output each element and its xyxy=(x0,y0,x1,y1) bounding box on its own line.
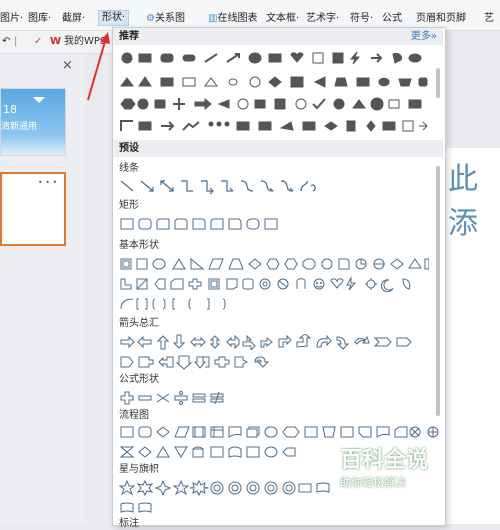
formula-shapes[interactable] xyxy=(119,390,239,406)
scroll-thumb[interactable] xyxy=(436,68,440,98)
header-footer-button[interactable]: 页眉和页脚 xyxy=(416,12,466,26)
triangle-icon xyxy=(33,97,45,103)
star-shapes-2[interactable] xyxy=(119,500,179,516)
section-basic-shapes: 基本形状 xyxy=(119,240,159,251)
close-panel-icon[interactable]: × xyxy=(62,58,73,73)
section-lines: 线条 xyxy=(119,163,139,174)
section-rectangles: 矩形 xyxy=(119,200,139,211)
flowchart-shapes-1[interactable] xyxy=(119,424,439,440)
basic-shapes-1[interactable] xyxy=(119,256,429,272)
brush-icon[interactable]: ✓ xyxy=(34,35,42,49)
red-arrow-icon xyxy=(87,32,110,101)
slide-thumbnail-1[interactable]: 18 清新通用 xyxy=(0,88,66,156)
online-chart-button[interactable]: ▥在线图表 xyxy=(208,12,257,26)
section-arrows: 箭头总汇 xyxy=(119,318,159,329)
basic-shapes-2[interactable] xyxy=(119,276,429,292)
line-shapes[interactable] xyxy=(119,178,329,194)
textbox-button[interactable]: 文本框· xyxy=(266,12,299,26)
scroll-thumb[interactable] xyxy=(436,166,440,416)
recommend-header: 推荐 更多» xyxy=(113,28,443,45)
watermark: 百科全说 助你轻松解决 xyxy=(340,448,460,498)
shapes-button[interactable]: 形状· xyxy=(98,10,130,26)
recommended-shapes-2[interactable] xyxy=(119,74,429,90)
rectangle-shapes[interactable] xyxy=(119,216,289,232)
watermark-slogan: 助你轻松解决 xyxy=(340,476,406,489)
basic-shapes-3[interactable] xyxy=(119,296,429,312)
undo-icon[interactable]: ↶ xyxy=(2,35,10,49)
slide-number: 18 xyxy=(3,103,17,116)
recommended-shapes-1[interactable] xyxy=(119,50,429,66)
recommend-scrollbar[interactable] xyxy=(435,62,441,138)
recommended-shapes-4[interactable] xyxy=(119,118,429,134)
section-formula: 公式形状 xyxy=(119,374,159,385)
art-button[interactable]: 艺 xyxy=(484,12,494,26)
section-flowchart: 流程图 xyxy=(119,410,149,421)
recommended-shapes-3[interactable] xyxy=(119,96,429,112)
separator: | xyxy=(14,36,18,47)
insert-image-button[interactable]: 图片· xyxy=(0,12,23,26)
section-callouts: 标注 xyxy=(119,518,139,529)
preset-header: 预设 xyxy=(113,140,443,157)
arrow-shapes-2[interactable] xyxy=(119,354,429,370)
slide-caption: 清新通用 xyxy=(1,122,38,132)
formula-button[interactable]: 公式 xyxy=(382,12,402,26)
screenshot-button[interactable]: 截屏· xyxy=(62,12,85,26)
more-link[interactable]: 更多» xyxy=(411,30,437,43)
dots-icon: • • • xyxy=(38,178,58,187)
star-shapes-1[interactable] xyxy=(119,480,349,496)
arrow-shapes-1[interactable] xyxy=(119,334,429,350)
wordart-button[interactable]: 艺术字· xyxy=(306,12,339,26)
watermark-brand: 百科全说 xyxy=(340,448,429,473)
symbol-button[interactable]: 符号· xyxy=(350,12,373,26)
wps-logo-icon: W xyxy=(50,36,62,47)
relation-chart-button[interactable]: ⚙关系图 xyxy=(146,12,185,26)
relation-icon: ⚙ xyxy=(146,13,155,24)
slide-thumbnail-2[interactable]: • • • xyxy=(0,172,66,246)
section-stars: 星与旗帜 xyxy=(119,464,159,475)
insert-gallery-button[interactable]: 图库· xyxy=(28,12,51,26)
canvas-title-text: 此添 xyxy=(448,162,478,241)
